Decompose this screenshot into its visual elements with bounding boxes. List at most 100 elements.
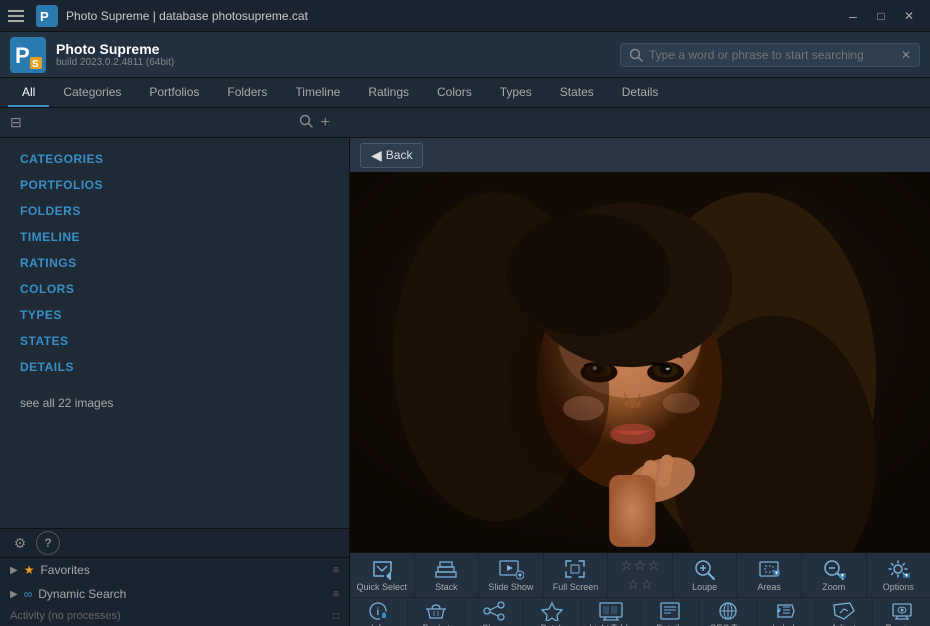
close-button[interactable]: ✕	[896, 6, 922, 26]
activity-bar: Activity (no processes) □	[0, 606, 349, 626]
window-controls: – □ ✕	[840, 6, 922, 26]
batch-icon	[540, 601, 564, 621]
settings-icon[interactable]: ⚙	[8, 531, 32, 555]
app-logo: P S	[10, 37, 46, 73]
tab-details[interactable]: Details	[608, 78, 673, 107]
tab-states[interactable]: States	[546, 78, 608, 107]
sidebar: CATEGORIES PORTFOLIOS FOLDERS TIMELINE R…	[0, 138, 349, 528]
filter-icon[interactable]: ⊟	[10, 114, 22, 131]
tab-colors[interactable]: Colors	[423, 78, 486, 107]
labels-button[interactable]: Labels	[757, 598, 815, 626]
search-close-icon[interactable]: ✕	[901, 48, 911, 62]
light-table-icon	[598, 601, 624, 621]
dynamic-search-menu-icon[interactable]: ≡	[333, 589, 339, 600]
slideshow-button[interactable]: Slide Show	[479, 553, 544, 597]
areas-icon: ▼	[757, 558, 781, 580]
info-button[interactable]: i Info	[350, 598, 408, 626]
svg-text:P: P	[15, 43, 30, 68]
titlebar: P Photo Supreme | database photosupreme.…	[0, 0, 930, 32]
sidebar-item-states[interactable]: STATES	[0, 328, 349, 354]
sidebar-item-timeline[interactable]: TIMELINE	[0, 224, 349, 250]
star-icon: ★	[24, 563, 35, 577]
batch-button[interactable]: Batch	[524, 598, 582, 626]
preview-button[interactable]: Preview	[873, 598, 930, 626]
geo-tag-button[interactable]: GEO Tag	[699, 598, 757, 626]
svg-text:▼: ▼	[774, 571, 779, 577]
quick-select-icon	[369, 558, 395, 580]
favorites-menu-icon[interactable]: ≡	[333, 565, 339, 576]
svg-text:▼: ▼	[904, 573, 909, 579]
preview-icon	[890, 601, 914, 621]
zoom-label: Zoom	[822, 582, 845, 592]
tab-types[interactable]: Types	[486, 78, 546, 107]
left-bottom-panel: ⚙ ? ▶ ★ Favorites ≡ ▶ ∞ Dynamic Search	[0, 528, 349, 626]
back-label: Back	[386, 148, 413, 162]
sidebar-item-portfolios[interactable]: PORTFOLIOS	[0, 172, 349, 198]
labels-icon	[774, 601, 798, 621]
tab-categories[interactable]: Categories	[49, 78, 135, 107]
details-icon	[658, 601, 682, 621]
slideshow-label: Slide Show	[488, 582, 533, 592]
rating-stars[interactable]: ☆ ☆ ☆ ☆ ☆	[608, 553, 673, 597]
maximize-button[interactable]: □	[868, 6, 894, 26]
basket-button[interactable]: Basket	[408, 598, 466, 626]
sidebar-item-types[interactable]: TYPES	[0, 302, 349, 328]
back-button[interactable]: ◀ Back	[360, 143, 423, 168]
sub-header: ⊟ +	[0, 108, 930, 138]
activity-label: Activity (no processes)	[10, 610, 121, 622]
areas-button[interactable]: ▼ Areas	[737, 553, 802, 597]
options-label: Options	[883, 582, 914, 592]
areas-label: Areas	[757, 582, 781, 592]
sidebar-item-ratings[interactable]: RATINGS	[0, 250, 349, 276]
favorites-item[interactable]: ▶ ★ Favorites ≡	[0, 558, 349, 582]
sidebar-item-details[interactable]: DETAILS	[0, 354, 349, 380]
fullscreen-label: Full Screen	[553, 582, 599, 592]
add-icon[interactable]: +	[321, 114, 330, 132]
tab-all[interactable]: All	[8, 78, 49, 107]
back-bar: ◀ Back	[350, 138, 930, 172]
portrait-image	[350, 172, 930, 552]
menu-hamburger[interactable]	[8, 6, 28, 26]
search-input[interactable]	[649, 48, 895, 62]
svg-text:P: P	[40, 9, 49, 24]
back-arrow-icon: ◀	[371, 147, 382, 164]
tab-timeline[interactable]: Timeline	[281, 78, 354, 107]
light-table-button[interactable]: Light Table	[582, 598, 642, 626]
details-button[interactable]: Details	[642, 598, 700, 626]
share-button[interactable]: Share	[466, 598, 524, 626]
stack-label: Stack	[435, 582, 458, 592]
loupe-icon	[693, 558, 717, 580]
loupe-label: Loupe	[692, 582, 717, 592]
basket-icon	[424, 601, 448, 621]
tab-folders[interactable]: Folders	[213, 78, 281, 107]
tab-ratings[interactable]: Ratings	[354, 78, 423, 107]
options-button[interactable]: ▼ Options	[867, 553, 930, 597]
search-sidebar-icon[interactable]	[299, 114, 313, 131]
app-name: Photo Supreme	[56, 41, 174, 57]
tab-portfolios[interactable]: Portfolios	[135, 78, 213, 107]
header: P S Photo Supreme build 2023.0.2.4811 (6…	[0, 32, 930, 78]
app-icon: P	[36, 5, 58, 27]
activity-icon: □	[333, 611, 339, 622]
help-icon[interactable]: ?	[36, 531, 60, 555]
see-all-link[interactable]: see all 22 images	[0, 380, 349, 426]
minimize-button[interactable]: –	[840, 6, 866, 26]
zoom-button[interactable]: ▼ Zoom	[802, 553, 867, 597]
adjust-button[interactable]: Adjust	[815, 598, 873, 626]
dynamic-search-item[interactable]: ▶ ∞ Dynamic Search ≡	[0, 582, 349, 606]
sidebar-item-colors[interactable]: COLORS	[0, 276, 349, 302]
fullscreen-button[interactable]: Full Screen	[544, 553, 609, 597]
expand-icon-2: ▶	[10, 589, 18, 600]
window-title: Photo Supreme | database photosupreme.ca…	[66, 9, 832, 23]
app-build: build 2023.0.2.4811 (64bit)	[56, 57, 174, 68]
sidebar-item-categories[interactable]: CATEGORIES	[0, 146, 349, 172]
quick-select-label: Quick Select	[357, 582, 408, 592]
stack-button[interactable]: Stack	[415, 553, 480, 597]
dynamic-search-label: Dynamic Search	[38, 587, 126, 601]
loupe-button[interactable]: Loupe	[673, 553, 738, 597]
svg-text:▼: ▼	[840, 573, 845, 579]
zoom-icon: ▼	[822, 558, 846, 580]
app-name-block: Photo Supreme build 2023.0.2.4811 (64bit…	[56, 41, 174, 68]
sidebar-item-folders[interactable]: FOLDERS	[0, 198, 349, 224]
quick-select-button[interactable]: Quick Select	[350, 553, 415, 597]
